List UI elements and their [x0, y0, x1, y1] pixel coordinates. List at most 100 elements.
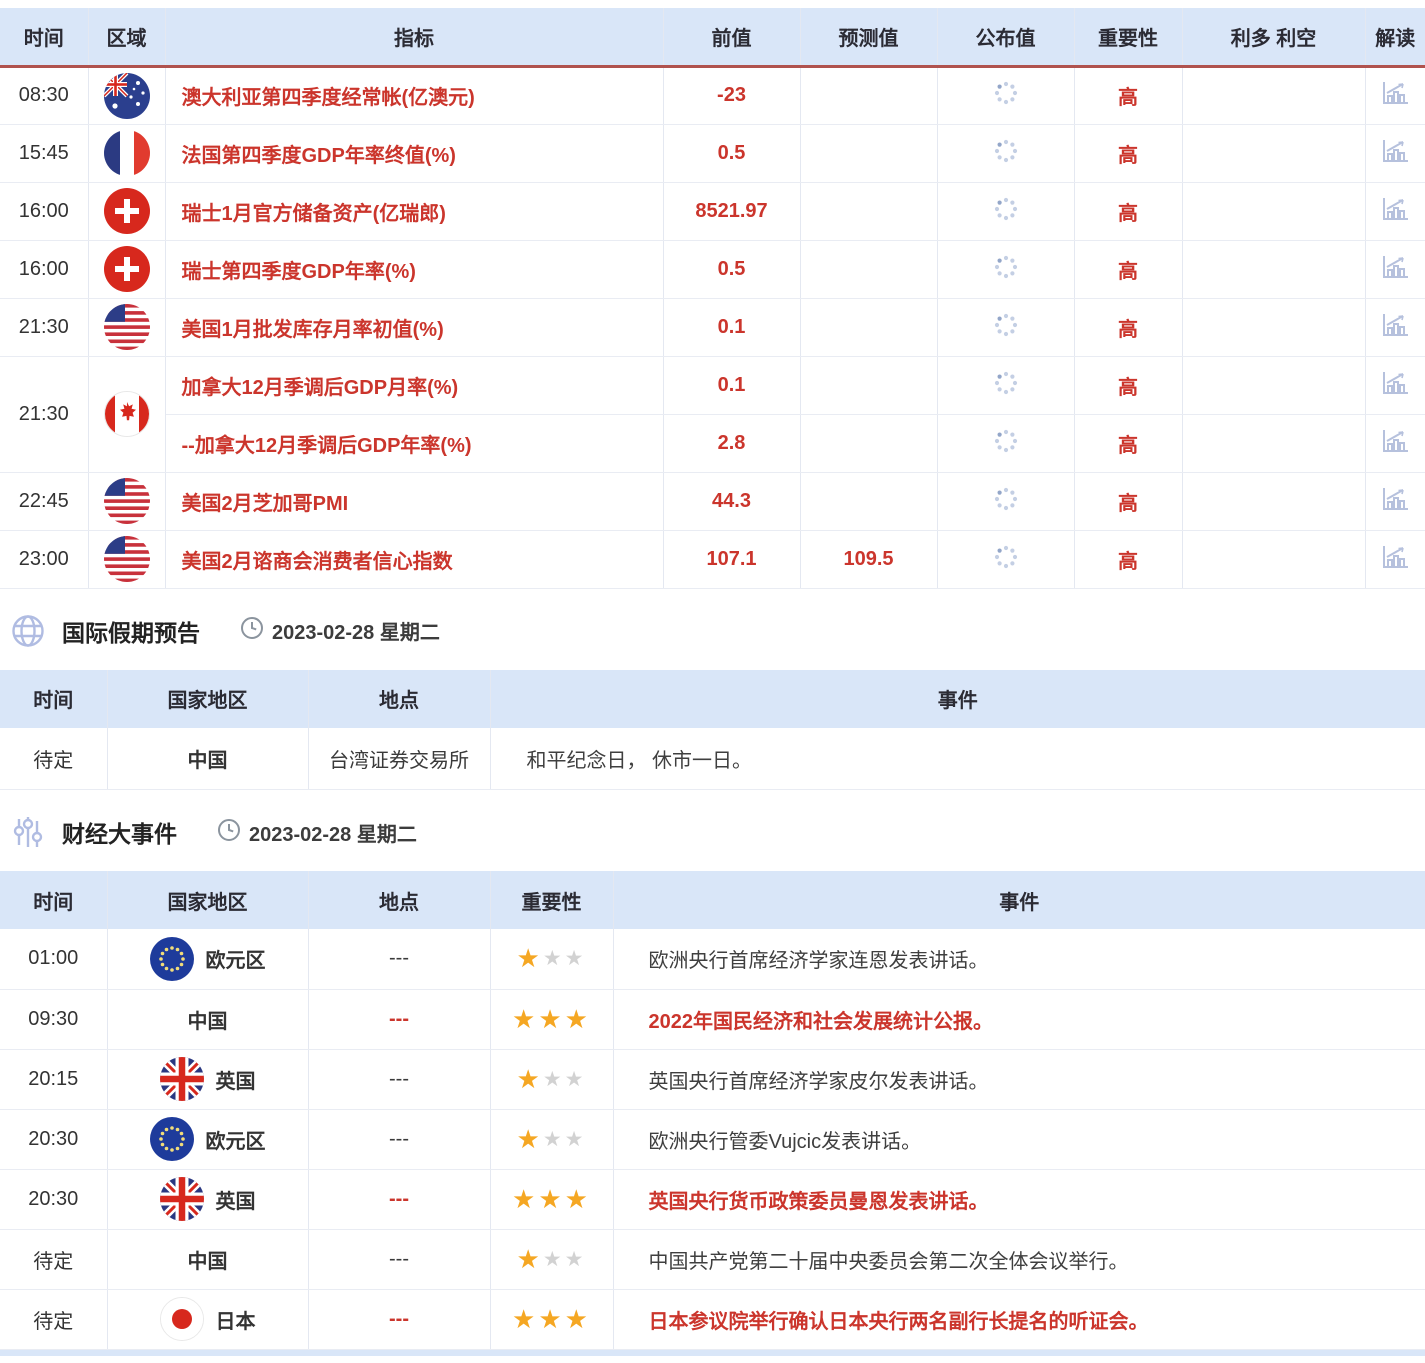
- event-time: 20:15: [0, 1049, 107, 1109]
- indicator-link[interactable]: 澳大利亚第四季度经常帐(亿澳元): [182, 87, 475, 109]
- indicator-link[interactable]: 美国2月芝加哥PMI: [182, 493, 349, 515]
- analysis-chart-icon[interactable]: [1380, 325, 1410, 342]
- indicator-link[interactable]: 法国第四季度GDP年率终值(%): [182, 145, 456, 167]
- bias-cell: [1182, 472, 1365, 530]
- loading-spinner-icon: [993, 209, 1019, 226]
- analysis-chart-icon[interactable]: [1380, 209, 1410, 226]
- previous-value: 0.1: [663, 298, 800, 356]
- star-empty-icon: ★: [543, 947, 565, 970]
- indicator-link[interactable]: 加拿大12月季调后GDP月率(%): [182, 377, 459, 399]
- calendar-row: 22:45 美国2月芝加哥PMI 44.3 高: [0, 472, 1425, 530]
- col-header-published: 公布值: [937, 8, 1074, 66]
- bias-cell: [1182, 298, 1365, 356]
- bias-cell: [1182, 182, 1365, 240]
- economic-calendar-table: 时间 区域 指标 前值 预测值 公布值 重要性 利多 利空 解读 08:30 澳…: [0, 8, 1425, 589]
- forecast-value: [800, 472, 937, 530]
- event-text: 2022年国民经济和社会发展统计公报。: [613, 989, 1425, 1049]
- section-date: 2023-02-28 星期二: [249, 818, 417, 847]
- loading-spinner-icon: [993, 441, 1019, 458]
- event-region: 英国: [216, 1185, 256, 1214]
- analysis-chart-icon[interactable]: [1380, 93, 1410, 110]
- analysis-chart-icon[interactable]: [1380, 557, 1410, 574]
- usa-flag-icon: [104, 304, 150, 350]
- event-region: 欧元区: [206, 1125, 266, 1154]
- forecast-value: [800, 298, 937, 356]
- holiday-location: 台湾证券交易所: [308, 728, 490, 790]
- previous-value: 107.1: [663, 530, 800, 588]
- event-region: 中国: [188, 1245, 228, 1274]
- event-text: 中国共产党第二十届中央委员会第二次全体会议举行。: [613, 1229, 1425, 1289]
- calendar-row: 08:30 澳大利亚第四季度经常帐(亿澳元) -23 高: [0, 66, 1425, 124]
- sliders-icon: [10, 815, 46, 849]
- event-region: 欧元区: [206, 944, 266, 973]
- star-empty-icon: ★: [565, 1068, 587, 1091]
- event-time: 15:45: [0, 124, 88, 182]
- col-header-region: 国家地区: [107, 871, 308, 929]
- star-filled-icon: ★: [565, 1304, 591, 1334]
- holiday-event: 和平纪念日， 休市一日。: [490, 728, 1425, 790]
- globe-icon: [10, 613, 46, 649]
- analysis-chart-icon[interactable]: [1380, 441, 1410, 458]
- event-location: ---: [308, 1289, 490, 1349]
- previous-value: 44.3: [663, 472, 800, 530]
- holiday-header-row: 时间 国家地区 地点 事件: [0, 670, 1425, 728]
- indicator-link[interactable]: 美国2月谘商会消费者信心指数: [182, 551, 453, 573]
- forecast-value: [800, 66, 937, 124]
- event-row: 20:15 英国 --- ★★★ 英国央行首席经济学家皮尔发表讲话。: [0, 1049, 1425, 1109]
- bias-cell: [1182, 530, 1365, 588]
- event-location: ---: [308, 1109, 490, 1169]
- importance-label: 高: [1074, 414, 1182, 472]
- calendar-row: 15:45 法国第四季度GDP年率终值(%) 0.5 高: [0, 124, 1425, 182]
- event-text: 欧洲央行管委Vujcic发表讲话。: [613, 1109, 1425, 1169]
- event-row: 01:00 欧元区 --- ★★★ 欧洲央行首席经济学家连恩发表讲话。: [0, 929, 1425, 989]
- star-filled-icon: ★: [512, 1004, 538, 1034]
- eu-flag-icon: [150, 1117, 194, 1161]
- analysis-chart-icon[interactable]: [1380, 267, 1410, 284]
- analysis-chart-icon[interactable]: [1380, 383, 1410, 400]
- star-filled-icon: ★: [517, 1244, 543, 1274]
- holiday-section-title: 国际假期预告 2023-02-28 星期二: [10, 613, 1425, 649]
- col-header-time: 时间: [0, 670, 107, 728]
- event-region: 英国: [216, 1065, 256, 1094]
- loading-spinner-icon: [993, 93, 1019, 110]
- canada-flag-icon: [104, 391, 150, 437]
- event-time: 20:30: [0, 1109, 107, 1169]
- importance-label: 高: [1074, 472, 1182, 530]
- forecast-value: [800, 240, 937, 298]
- analysis-chart-icon[interactable]: [1380, 151, 1410, 168]
- event-region: 中国: [188, 1005, 228, 1034]
- usa-flag-icon: [104, 478, 150, 524]
- event-time: 待定: [0, 1289, 107, 1349]
- indicator-link[interactable]: 美国1月批发库存月率初值(%): [182, 319, 444, 341]
- previous-value: -23: [663, 66, 800, 124]
- col-header-indicator: 指标: [165, 8, 663, 66]
- event-location: ---: [308, 989, 490, 1049]
- star-empty-icon: ★: [565, 1128, 587, 1151]
- holiday-row: 待定 中国 台湾证券交易所 和平纪念日， 休市一日。: [0, 728, 1425, 790]
- calendar-row-canada-yearly: --加拿大12月季调后GDP年率(%) 2.8 高: [0, 414, 1425, 472]
- event-time: 16:00: [0, 182, 88, 240]
- star-filled-icon: ★: [517, 943, 543, 973]
- col-header-region: 区域: [88, 8, 165, 66]
- col-header-bias: 利多 利空: [1182, 8, 1365, 66]
- col-header-time: 时间: [0, 8, 88, 66]
- calendar-row: 16:00 瑞士第四季度GDP年率(%) 0.5 高: [0, 240, 1425, 298]
- events-table: 时间 国家地区 地点 重要性 事件 01:00 欧元区 --- ★★★ 欧洲央行…: [0, 871, 1425, 1350]
- event-row: 09:30 中国 --- ★★★ 2022年国民经济和社会发展统计公报。: [0, 989, 1425, 1049]
- indicator-link[interactable]: 瑞士1月官方储备资产(亿瑞郎): [182, 203, 446, 225]
- event-row: 20:30 英国 --- ★★★ 英国央行货币政策委员曼恩发表讲话。: [0, 1169, 1425, 1229]
- event-location: ---: [308, 1049, 490, 1109]
- holiday-region: 中国: [107, 728, 308, 790]
- holiday-table: 时间 国家地区 地点 事件 待定 中国 台湾证券交易所 和平纪念日， 休市一日。: [0, 670, 1425, 791]
- star-filled-icon: ★: [512, 1184, 538, 1214]
- col-header-importance: 重要性: [1074, 8, 1182, 66]
- indicator-link[interactable]: --加拿大12月季调后GDP年率(%): [182, 435, 472, 457]
- col-header-location: 地点: [308, 871, 490, 929]
- analysis-chart-icon[interactable]: [1380, 499, 1410, 516]
- event-location: ---: [308, 1169, 490, 1229]
- event-text: 欧洲央行首席经济学家连恩发表讲话。: [613, 929, 1425, 989]
- col-header-location: 地点: [308, 670, 490, 728]
- importance-stars: ★★★: [490, 1109, 613, 1169]
- indicator-link[interactable]: 瑞士第四季度GDP年率(%): [182, 261, 416, 283]
- forecast-value: [800, 124, 937, 182]
